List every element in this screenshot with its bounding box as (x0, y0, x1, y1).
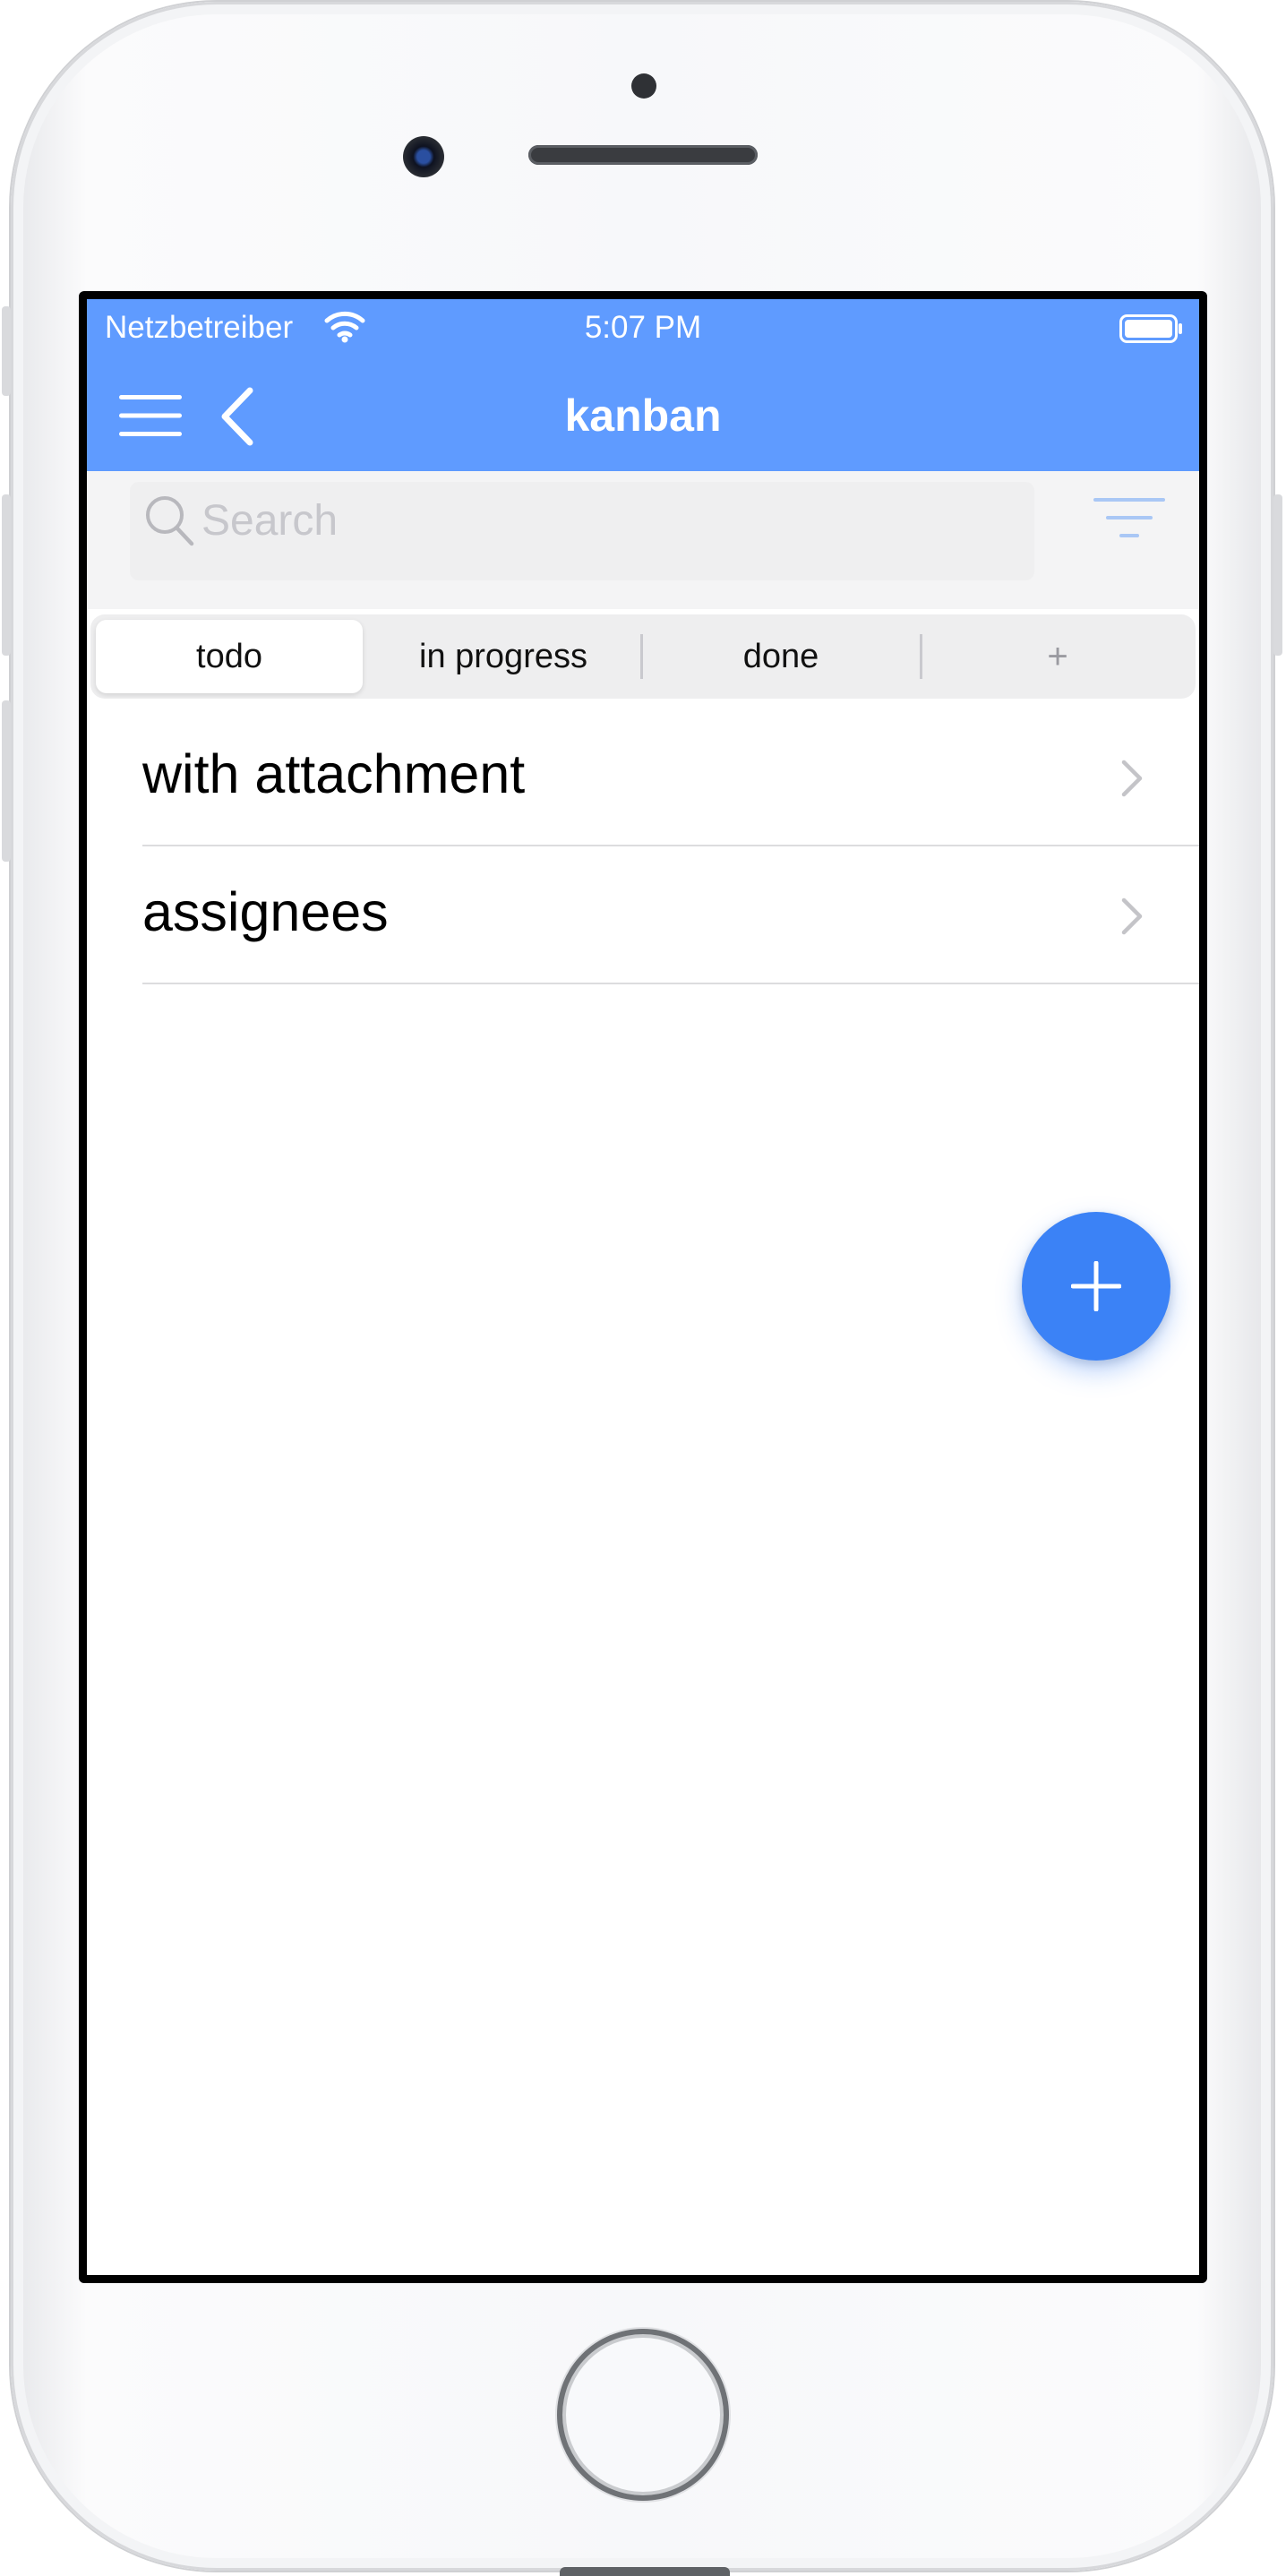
search-bar (87, 471, 1199, 609)
mute-switch (2, 306, 11, 396)
segment-todo[interactable]: todo (96, 620, 363, 693)
page-title: kanban (564, 391, 722, 441)
segment-divider (640, 634, 643, 679)
list-item-label: with attachment (142, 743, 526, 804)
list-item[interactable]: with attachment (87, 708, 1199, 846)
segment-add[interactable]: + (923, 614, 1192, 699)
screen: Netzbetreiber 5:07 PM kanban Search todo… (79, 291, 1207, 2283)
navigation-bar: Netzbetreiber 5:07 PM kanban (87, 299, 1199, 471)
search-icon (146, 496, 194, 546)
chevron-right-icon (1121, 897, 1143, 935)
status-segmented-control: todo in progress done + (90, 614, 1196, 699)
list-item[interactable]: assignees (87, 846, 1199, 984)
list-separator (142, 983, 1199, 984)
chevron-right-icon (1121, 760, 1143, 797)
list-item-label: assignees (142, 881, 389, 942)
app-screen: Netzbetreiber 5:07 PM kanban Search todo… (87, 299, 1199, 2275)
segment-in-progress[interactable]: in progress (368, 614, 639, 699)
lightning-port (560, 2567, 730, 2576)
earpiece-speaker (528, 145, 758, 165)
add-task-button[interactable] (1022, 1212, 1170, 1361)
plus-icon (1071, 1261, 1121, 1311)
front-camera (403, 136, 444, 177)
segment-done[interactable]: done (644, 614, 918, 699)
segment-divider (920, 634, 922, 679)
status-time: 5:07 PM (584, 310, 702, 345)
home-button[interactable] (557, 2329, 729, 2501)
filter-icon[interactable] (1093, 496, 1165, 539)
volume-down-button (2, 700, 11, 862)
search-input[interactable] (201, 489, 972, 552)
proximity-sensor (631, 73, 656, 99)
volume-up-button (2, 494, 11, 656)
battery-icon (1119, 314, 1182, 343)
power-button (1273, 494, 1282, 656)
